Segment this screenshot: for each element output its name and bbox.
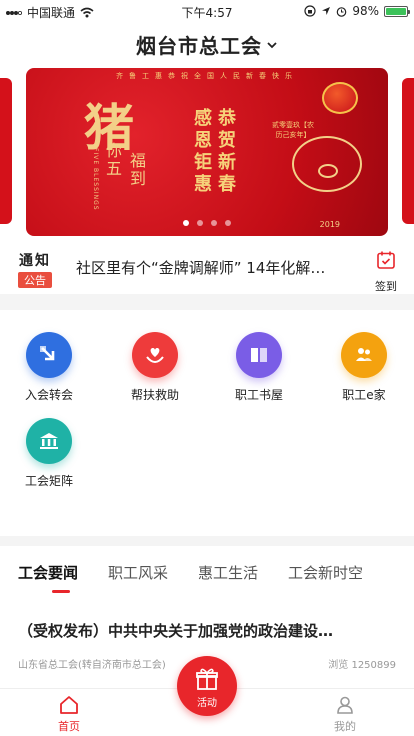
notice-title: 通知 <box>19 253 51 269</box>
tabbar-mine[interactable]: 我的 <box>315 695 375 734</box>
service-ehome[interactable]: 职工e家 <box>332 332 396 403</box>
battery-percent: 98% <box>352 4 379 18</box>
banner-next-peek[interactable] <box>402 78 414 224</box>
calendar-check-icon <box>377 251 395 269</box>
news-view-count: 浏览 1250899 <box>328 660 396 671</box>
gift-icon <box>196 668 218 690</box>
banner-stamp: 贰零壹玖【农历己亥年】 <box>272 121 314 139</box>
carousel-dot[interactable] <box>211 220 217 226</box>
notice-badge: 通知 公告 <box>18 250 52 288</box>
banner-line-b: 福到 <box>130 151 147 188</box>
news-headline[interactable]: （受权发布）中共中央关于加强党的政治建设… <box>18 620 398 641</box>
notice-headline[interactable]: 社区里有个“金牌调解师” 14年化解… <box>76 257 348 278</box>
banner-prev-peek[interactable] <box>0 78 12 224</box>
lantern-icon <box>322 82 358 114</box>
city-selector[interactable]: 烟台市总工会 <box>0 30 414 59</box>
location-icon <box>322 7 331 15</box>
banner-line-a: 你五 <box>106 141 123 178</box>
news-source: 山东省总工会(转自济南市总工会) <box>18 660 166 671</box>
activity-button[interactable]: 活动 <box>177 656 237 716</box>
alarm-icon <box>337 6 347 17</box>
rotation-lock-icon <box>304 5 316 17</box>
active-tab-indicator <box>52 590 70 593</box>
service-label: 入会转会 <box>24 388 73 402</box>
checkin-label: 签到 <box>375 280 397 293</box>
banner-verse-b: 恭贺新春 <box>218 108 236 195</box>
status-bar: 中国联通 下午4:57 98% <box>0 0 414 22</box>
service-label: 帮扶救助 <box>130 388 179 402</box>
notice-tag: 公告 <box>18 272 52 288</box>
battery-icon <box>384 5 410 17</box>
profile-icon <box>337 696 353 714</box>
service-label: 职工e家 <box>342 388 386 402</box>
carousel-dot[interactable] <box>225 220 231 226</box>
tabbar-home-label: 首页 <box>58 720 80 733</box>
service-grid: 入会转会 帮扶救助 职工书屋 职工e家 工会矩阵 <box>0 310 414 536</box>
page-title: 烟台市总工会 <box>136 34 262 58</box>
family-icon <box>341 332 387 378</box>
banner-english: FIVE BLESSINGS <box>92 148 99 211</box>
service-label: 职工书屋 <box>234 388 283 402</box>
heart-hand-icon <box>132 332 178 378</box>
carousel-indicator <box>26 220 388 226</box>
banner-greeting: 齐鲁工惠恭祝全国人民新春快乐 <box>116 72 298 80</box>
service-bookhouse[interactable]: 职工书屋 <box>227 332 291 403</box>
service-assistance[interactable]: 帮扶救助 <box>123 332 187 403</box>
service-matrix[interactable]: 工会矩阵 <box>17 418 81 489</box>
banner-verse-a: 感恩钜惠 <box>194 108 212 195</box>
book-icon <box>236 332 282 378</box>
tab-union-news[interactable]: 工会要闻 <box>18 562 78 583</box>
carousel-dot[interactable] <box>197 220 203 226</box>
checkin-button[interactable]: 签到 <box>364 250 408 294</box>
banner-slide[interactable]: 齐鲁工惠恭祝全国人民新春快乐 猪 FIVE BLESSINGS 你五 福到 感恩… <box>26 68 388 236</box>
app-header: 烟台市总工会 <box>0 22 414 62</box>
service-label: 工会矩阵 <box>24 474 73 488</box>
tabbar-mine-label: 我的 <box>334 720 356 733</box>
carousel-dot[interactable] <box>183 220 189 226</box>
tab-new-era[interactable]: 工会新时空 <box>288 562 363 583</box>
institution-icon <box>26 418 72 464</box>
home-icon <box>60 696 78 714</box>
transfer-icon <box>26 332 72 378</box>
tab-worker-style[interactable]: 职工风采 <box>108 562 168 583</box>
tab-benefit-life[interactable]: 惠工生活 <box>198 562 258 583</box>
banner-carousel[interactable]: 齐鲁工惠恭祝全国人民新春快乐 猪 FIVE BLESSINGS 你五 福到 感恩… <box>0 62 414 242</box>
tabbar-home[interactable]: 首页 <box>39 695 99 734</box>
notice-bar[interactable]: 通知 公告 社区里有个“金牌调解师” 14年化解… 签到 <box>0 242 414 294</box>
chevron-down-icon <box>267 41 277 48</box>
news-tabs: 工会要闻 职工风采 惠工生活 工会新时空 <box>18 562 410 583</box>
activity-label: 活动 <box>197 698 217 709</box>
service-join-transfer[interactable]: 入会转会 <box>17 332 81 403</box>
pig-nose-illustration <box>318 164 338 178</box>
